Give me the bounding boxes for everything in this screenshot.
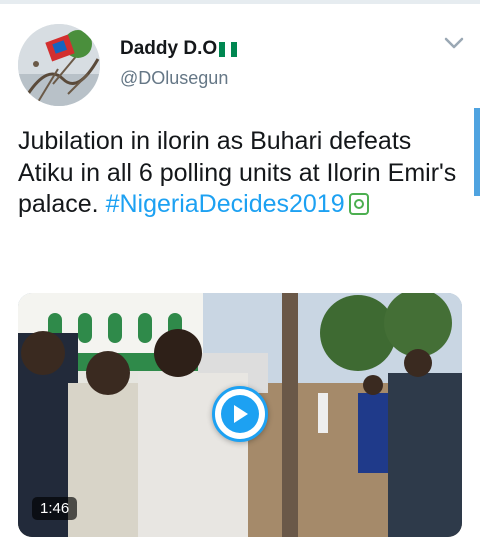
- tweet-text: Jubilation in ilorin as Buhari defeats A…: [18, 126, 458, 221]
- author-handle[interactable]: @DOlusegun: [120, 68, 228, 89]
- video-duration: 1:46: [32, 497, 78, 520]
- play-icon: [221, 395, 259, 433]
- top-divider: [0, 0, 480, 4]
- play-button[interactable]: [212, 386, 268, 442]
- author-display-name[interactable]: Daddy D.O: [120, 38, 217, 60]
- hashtag-link[interactable]: #NigeriaDecides2019: [106, 190, 345, 218]
- nigeria-flag-icon: [219, 41, 238, 57]
- scroll-indicator[interactable]: [474, 108, 480, 196]
- author-name-row[interactable]: Daddy D.O: [120, 38, 238, 60]
- avatar[interactable]: [18, 24, 100, 106]
- phone-emoji-icon: [348, 193, 369, 215]
- chevron-down-icon[interactable]: [444, 36, 464, 50]
